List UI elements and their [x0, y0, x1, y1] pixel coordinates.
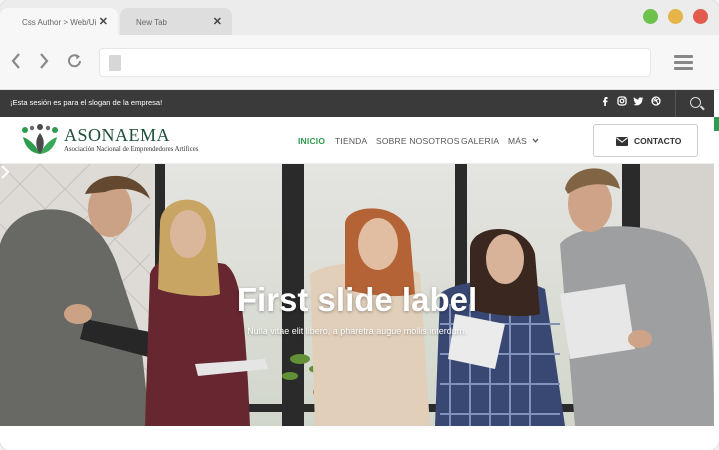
slogan-text: ¡Esta sesión es para el slogan de la emp…: [10, 98, 163, 107]
slide-title: First slide label: [236, 281, 478, 318]
brand-name[interactable]: ASONAEMA: [64, 125, 170, 146]
facebook-icon[interactable]: [602, 96, 608, 106]
hamburger-menu-icon[interactable]: [674, 55, 693, 73]
close-tab-icon[interactable]: ✕: [99, 15, 108, 28]
search-icon[interactable]: [690, 97, 701, 108]
tab-label: New Tab: [136, 18, 167, 27]
page-icon: [109, 55, 121, 71]
scroll-indicator: [714, 117, 719, 131]
forward-icon[interactable]: [38, 52, 50, 70]
carousel-next-icon[interactable]: [0, 164, 10, 180]
contact-label: CONTACTO: [634, 136, 682, 146]
menu-mas[interactable]: MÁS: [508, 136, 539, 146]
menu-galeria[interactable]: GALERIA: [461, 136, 499, 146]
brand-tagline: Asociación Nacional de Emprendedores Art…: [64, 146, 199, 153]
menu-inicio[interactable]: INICIO: [298, 136, 325, 146]
tab-css-author[interactable]: Css Author > Web/Ui ✕: [0, 8, 118, 35]
site-topbar: ¡Esta sesión es para el slogan de la emp…: [0, 90, 714, 117]
tab-strip: Css Author > Web/Ui ✕ New Tab ✕: [0, 0, 719, 35]
tab-new-tab[interactable]: New Tab ✕: [120, 8, 232, 35]
yellow-window-dot[interactable]: [668, 9, 683, 24]
browser-window: Css Author > Web/Ui ✕ New Tab ✕ ¡Esta se…: [0, 0, 719, 450]
hero-carousel: First slide label Nulla vitae elit liber…: [0, 164, 714, 426]
back-icon[interactable]: [10, 52, 22, 70]
contact-button[interactable]: CONTACTO: [593, 124, 698, 157]
browser-toolbar: [0, 35, 719, 90]
chevron-down-icon: [532, 138, 539, 143]
tab-label: Css Author > Web/Ui: [22, 18, 97, 27]
red-window-dot[interactable]: [693, 9, 708, 24]
green-window-dot[interactable]: [643, 9, 658, 24]
divider: [675, 90, 676, 117]
menu-tienda[interactable]: TIENDA: [335, 136, 367, 146]
dribbble-icon[interactable]: [651, 96, 661, 106]
logo-icon[interactable]: [17, 123, 63, 157]
menu-sobre-nosotros[interactable]: SOBRE NOSOTROS: [376, 136, 460, 146]
close-tab-icon[interactable]: ✕: [213, 15, 222, 28]
twitter-icon[interactable]: [633, 96, 644, 106]
slide-subtitle: Nulla vitae elit libero, a pharetra augu…: [247, 326, 467, 336]
site-header: ASONAEMA Asociación Nacional de Emprende…: [0, 117, 714, 164]
address-bar[interactable]: [99, 48, 651, 77]
page-content: [0, 426, 714, 450]
menu-mas-label: MÁS: [508, 136, 528, 146]
envelope-icon: [616, 137, 628, 146]
reload-icon[interactable]: [66, 52, 84, 70]
instagram-icon[interactable]: [617, 96, 627, 106]
